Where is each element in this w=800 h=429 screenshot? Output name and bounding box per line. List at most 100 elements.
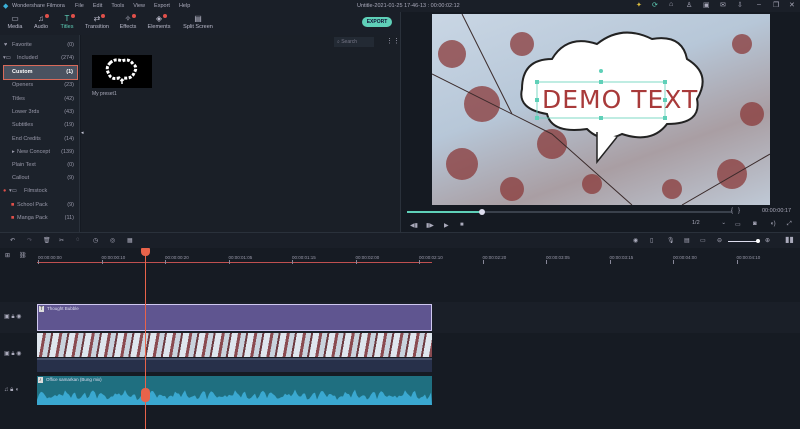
video-clip[interactable] [37, 333, 432, 357]
download-icon[interactable]: ⇩ [737, 1, 743, 9]
bulb-icon[interactable]: ✦ [636, 1, 642, 9]
play-reverse-button[interactable]: ▮▶ [426, 222, 434, 229]
previous-frame-button[interactable]: ◀▮ [410, 222, 418, 229]
voiceover-icon[interactable]: 🎙 [667, 237, 675, 244]
track-icon[interactable]: ▣ [4, 351, 10, 357]
color-icon[interactable]: ◎ [110, 237, 115, 244]
save-icon[interactable]: ▣ [703, 1, 710, 9]
delete-icon[interactable]: 🗑 [43, 237, 51, 244]
search-input[interactable]: ⌕ Search [334, 37, 374, 47]
ruler-tick-label: 00:00:03:15 [609, 255, 634, 260]
link-icon[interactable]: ⛓ [19, 252, 27, 259]
zoom-out-icon[interactable]: ⊖ [717, 237, 722, 244]
overlay-text[interactable]: DEMO TEXT [542, 85, 698, 114]
sidebar-item-school-pack[interactable]: ■ School Pack (9) [0, 199, 78, 212]
sidebar-item-end-credits[interactable]: End Credits (14) [0, 133, 78, 146]
sync-icon[interactable]: ⟳ [652, 1, 658, 9]
tab-split-screen[interactable]: ▤ Split Screen [180, 14, 216, 30]
menu-file[interactable]: File [75, 3, 84, 9]
cut-icon[interactable]: ✂ [59, 237, 64, 244]
ruler-tick [165, 260, 166, 264]
subtitle-icon[interactable]: ▭ [700, 237, 706, 244]
ruler-tick-label: 00:00:02:10 [419, 255, 443, 260]
video-preview[interactable]: DEMO TEXT [431, 13, 771, 206]
sidebar-item-manga-pack[interactable]: ■ Manga Pack (11) [0, 212, 78, 225]
menu-edit[interactable]: Edit [93, 3, 102, 9]
redo-icon[interactable]: ↷ [27, 237, 32, 244]
sidebar-item-callout[interactable]: Callout (9) [0, 172, 78, 185]
display-icon[interactable]: ▭ [735, 221, 741, 228]
snapshot-icon[interactable]: ◙ [753, 221, 757, 227]
gift-icon[interactable]: ⌂ [669, 1, 673, 8]
audio-clip[interactable]: ♪ Office samarkan (Bung mix) [37, 376, 432, 405]
seek-handle[interactable] [478, 209, 485, 215]
menu-help[interactable]: Help [179, 3, 190, 9]
lock-icon[interactable]: 🔒︎ [11, 351, 14, 357]
close-button[interactable]: ✕ [789, 1, 795, 9]
ruler-tick [419, 260, 420, 264]
playback-seek-bar[interactable] [407, 211, 732, 213]
speed-icon[interactable]: ◷ [93, 237, 98, 244]
mail-icon[interactable]: ✉ [720, 1, 726, 9]
export-button[interactable]: EXPORT [362, 17, 392, 27]
sidebar-item-custom[interactable]: Custom (1) [3, 65, 78, 80]
ruler-tick-label: 00:00:04:00 [673, 255, 697, 260]
sidebar-item-openers[interactable]: Openers (23) [0, 79, 78, 92]
render-icon[interactable]: ◉ [633, 237, 638, 244]
audio-keyframe-marker[interactable] [141, 388, 150, 402]
video-clip-audio[interactable] [37, 358, 432, 372]
playhead[interactable] [145, 252, 146, 429]
eye-icon[interactable]: ◉ [16, 351, 21, 357]
music-icon[interactable]: ♫ [4, 387, 9, 393]
zoom-slider-handle[interactable] [756, 239, 760, 243]
audio-track-controls: ♫ 🔒︎ ◖ [4, 387, 19, 394]
marker-icon[interactable]: ▯ [650, 237, 653, 244]
preset-thumbnail[interactable] [92, 55, 152, 88]
title-clip[interactable]: T Thought Bubble [37, 304, 432, 331]
snapshot-track-icon[interactable]: ▤ [684, 237, 690, 244]
menu-tools[interactable]: Tools [111, 3, 124, 9]
volume-icon[interactable]: ◖) [770, 221, 776, 227]
transition-icon: ⇄ [93, 14, 101, 23]
fullscreen-icon[interactable]: ⤢ [787, 221, 792, 228]
panel-toggle-icon[interactable]: ▮▮ [785, 235, 794, 244]
sidebar-item-subtitles[interactable]: Subtitles (19) [0, 119, 78, 132]
maximize-button[interactable]: ❐ [773, 1, 779, 9]
audio-mixer-icon[interactable]: ▦ [127, 237, 133, 244]
sidebar-item-plain-text[interactable]: Plain Text (0) [0, 159, 78, 172]
menu-view[interactable]: View [133, 3, 145, 9]
tab-transition[interactable]: ⇄ Transition [80, 14, 114, 30]
tab-effects[interactable]: ✧ Effects [111, 14, 145, 30]
audio-waveform [37, 389, 432, 405]
stop-button[interactable]: ■ [460, 222, 464, 228]
quality-select[interactable]: 1/2 ⌄ [692, 220, 728, 229]
sidebar-item-favorite[interactable]: ♥ Favorite (0) [0, 39, 78, 52]
user-icon[interactable]: ♙ [686, 1, 692, 9]
sidebar-item-new-concept[interactable]: ▸ New Concept (139) [0, 146, 78, 159]
zoom-slider[interactable] [728, 241, 758, 242]
sidebar-item-lower-3rds[interactable]: Lower 3rds (43) [0, 106, 78, 119]
tab-elements[interactable]: ◈ Elements [142, 14, 176, 30]
minimize-button[interactable]: – [757, 1, 761, 8]
crop-icon[interactable]: ◌ [76, 237, 80, 243]
grid-view-icon[interactable]: ⋮⋮ [386, 37, 400, 45]
sidebar-item-included[interactable]: ▾▭ Included (274) [0, 52, 78, 65]
eye-icon[interactable]: ◉ [16, 314, 21, 320]
tab-titles[interactable]: T Titles [50, 14, 84, 30]
sidebar-item-filmstock[interactable]: ● ▾▭ Filmstock [0, 185, 78, 198]
speaker-icon[interactable]: ◖ [15, 387, 19, 393]
menu-export[interactable]: Export [154, 3, 170, 9]
lock-icon[interactable]: 🔒︎ [11, 314, 14, 320]
timeline-ruler[interactable] [37, 262, 432, 263]
collapse-handle[interactable]: ◂ [81, 130, 84, 136]
undo-icon[interactable]: ↶ [10, 237, 15, 244]
sidebar-item-titles[interactable]: Titles (42) [0, 93, 78, 106]
play-button[interactable]: ▶ [444, 222, 449, 229]
lock-icon[interactable]: 🔒︎ [10, 387, 13, 393]
zoom-in-icon[interactable]: ⊕ [765, 237, 770, 244]
video-track-controls: ▣ 🔒︎ ◉ [4, 350, 21, 358]
track-icon[interactable]: ▣ [4, 314, 10, 320]
playhead-handle[interactable] [141, 248, 150, 256]
mark-in-out[interactable]: { } [731, 208, 740, 214]
add-track-icon[interactable]: ⊞ [5, 252, 10, 259]
